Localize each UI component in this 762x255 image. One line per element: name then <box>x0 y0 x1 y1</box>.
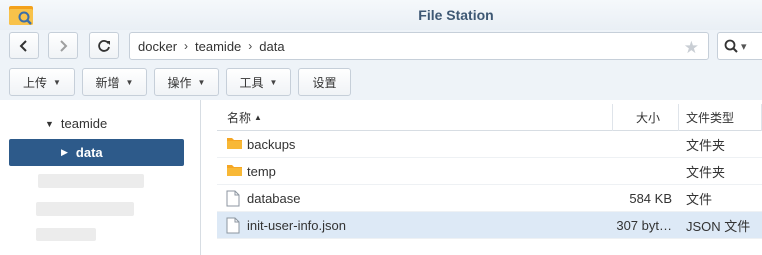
column-header-size[interactable]: 大小 <box>636 104 660 131</box>
folder-icon <box>226 163 243 180</box>
file-type: 文件 <box>686 192 713 207</box>
chevron-right-icon: › <box>248 39 253 53</box>
column-header-name[interactable]: 名称 ▲ <box>227 104 262 131</box>
forward-button[interactable] <box>48 32 78 59</box>
list-header: 名称 ▲ 大小 文件类型 <box>217 104 762 131</box>
file-size <box>612 131 678 158</box>
caret-right-icon[interactable]: ▶ <box>61 147 68 158</box>
navigation-bar: docker › teamide › data ★ ▾ <box>0 30 762 64</box>
title-bar: File Station <box>0 0 762 30</box>
chevron-right-icon: › <box>184 39 189 53</box>
toolbar: 上传 ▼ 新增 ▼ 操作 ▼ 工具 ▼ 设置 <box>0 64 762 100</box>
settings-label: 设置 <box>312 75 337 90</box>
column-divider[interactable] <box>612 104 613 131</box>
refresh-icon <box>98 39 110 52</box>
sort-ascending-icon: ▲ <box>254 113 262 122</box>
tree-item-data[interactable]: ▶ data <box>9 139 184 166</box>
chevron-down-icon: ▾ <box>741 40 747 53</box>
blurred-tree-item <box>36 228 96 241</box>
file-size: 307 byt… <box>616 218 672 233</box>
folder-tree: ▼ teamide ▶ data <box>0 100 200 255</box>
file-name: backups <box>247 137 296 152</box>
star-icon[interactable]: ★ <box>684 38 699 58</box>
list-row[interactable]: temp 文件夹 <box>217 158 762 185</box>
file-name: init-user-info.json <box>247 218 346 233</box>
tree-item-label: data <box>75 145 103 160</box>
file-type: 文件夹 <box>686 138 726 153</box>
file-size: 584 KB <box>629 191 672 206</box>
file-type: JSON 文件 <box>686 219 751 234</box>
tools-label: 工具 <box>239 75 264 90</box>
caret-down-icon[interactable]: ▼ <box>45 119 54 129</box>
blurred-tree-item <box>36 202 134 216</box>
column-divider[interactable] <box>678 104 679 131</box>
column-label: 名称 <box>227 111 252 125</box>
column-label: 大小 <box>636 111 661 125</box>
folder-icon <box>226 136 243 153</box>
file-name: temp <box>247 164 276 179</box>
tree-item-teamide[interactable]: ▼ teamide <box>45 116 107 131</box>
upload-label: 上传 <box>23 75 48 90</box>
caret-down-icon: ▼ <box>125 77 134 87</box>
breadcrumb-docker[interactable]: docker <box>138 39 177 54</box>
back-button[interactable] <box>9 32 39 59</box>
tree-item-label: teamide <box>60 116 108 131</box>
caret-down-icon: ▼ <box>197 77 206 87</box>
list-row[interactable]: backups 文件夹 <box>217 131 762 158</box>
search-button[interactable]: ▾ <box>717 32 762 60</box>
breadcrumb-teamide[interactable]: teamide <box>195 39 241 54</box>
column-header-type[interactable]: 文件类型 <box>686 104 734 131</box>
create-button[interactable]: 新增 ▼ <box>82 68 147 96</box>
refresh-button[interactable] <box>89 32 119 59</box>
path-bar[interactable]: docker › teamide › data ★ <box>129 32 709 60</box>
file-icon <box>226 190 240 210</box>
blurred-tree-item <box>38 174 144 188</box>
search-icon <box>724 39 738 53</box>
action-label: 操作 <box>167 75 192 90</box>
file-type: 文件夹 <box>686 165 726 180</box>
caret-down-icon: ▼ <box>269 77 278 87</box>
settings-button[interactable]: 设置 <box>298 68 351 96</box>
window-title: File Station <box>418 7 494 23</box>
tools-button[interactable]: 工具 ▼ <box>226 68 291 96</box>
file-icon <box>226 217 240 237</box>
file-name: database <box>247 191 301 206</box>
caret-down-icon: ▼ <box>53 77 61 87</box>
chevron-right-icon <box>60 39 68 52</box>
action-button[interactable]: 操作 ▼ <box>154 68 219 96</box>
breadcrumb-data[interactable]: data <box>259 39 284 54</box>
file-list: 名称 ▲ 大小 文件类型 backups 文件夹 temp 文件夹 databa <box>217 104 762 255</box>
upload-button[interactable]: 上传 ▼ <box>9 68 75 96</box>
create-label: 新增 <box>95 75 120 90</box>
chevron-left-icon <box>19 39 27 52</box>
pane-divider[interactable] <box>200 100 201 255</box>
list-row[interactable]: database 584 KB 文件 <box>217 185 762 212</box>
column-label: 文件类型 <box>686 111 735 125</box>
list-row[interactable]: init-user-info.json 307 byt… JSON 文件 <box>217 212 762 239</box>
file-size <box>612 158 678 185</box>
